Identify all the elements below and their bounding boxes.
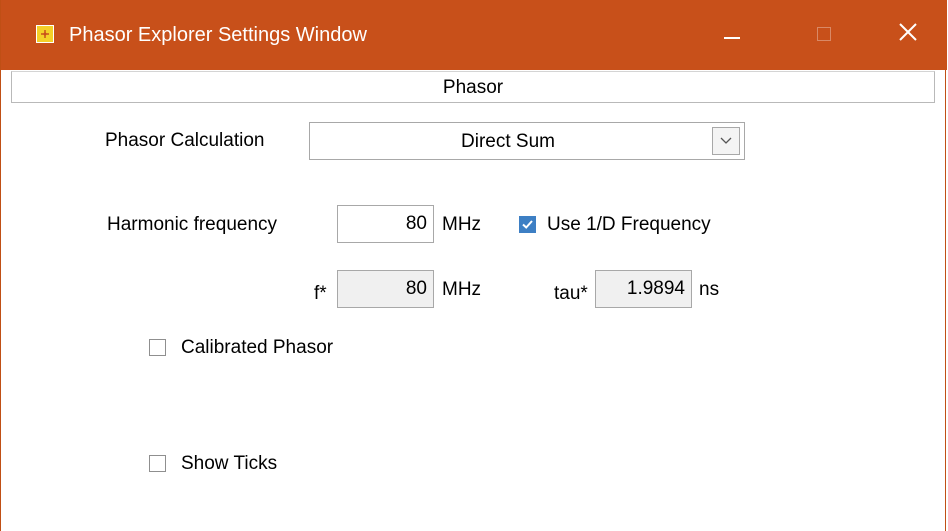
show-ticks-label[interactable]: Show Ticks bbox=[181, 452, 277, 476]
use-1d-frequency-label[interactable]: Use 1/D Frequency bbox=[547, 213, 711, 237]
use-1d-frequency-checkbox[interactable] bbox=[519, 216, 536, 233]
harmonic-frequency-input[interactable]: 80 bbox=[337, 205, 434, 243]
close-icon bbox=[899, 23, 917, 41]
tab-phasor[interactable]: Phasor bbox=[11, 71, 935, 103]
close-button[interactable] bbox=[869, 0, 947, 70]
chevron-down-icon bbox=[720, 137, 732, 144]
maximize-icon bbox=[817, 27, 831, 41]
harmonic-frequency-unit: MHz bbox=[442, 214, 482, 235]
phasor-calculation-label: Phasor Calculation bbox=[105, 130, 265, 151]
calibrated-phasor-label[interactable]: Calibrated Phasor bbox=[181, 336, 333, 360]
harmonic-frequency-label: Harmonic frequency bbox=[107, 214, 278, 235]
phasor-calculation-value: Direct Sum bbox=[461, 131, 555, 152]
tau-star-unit: ns bbox=[699, 279, 720, 300]
minimize-icon bbox=[724, 37, 740, 39]
dropdown-button[interactable] bbox=[712, 127, 740, 155]
app-icon bbox=[36, 25, 54, 43]
tau-star-field: 1.9894 bbox=[595, 270, 692, 308]
f-star-field: 80 bbox=[337, 270, 434, 308]
tau-star-label: tau* bbox=[554, 283, 588, 304]
tab-label: Phasor bbox=[442, 77, 504, 98]
maximize-button[interactable] bbox=[777, 0, 869, 70]
title-bar[interactable]: Phasor Explorer Settings Window bbox=[1, 0, 947, 70]
f-star-label: f* bbox=[314, 283, 327, 304]
phasor-calculation-select[interactable]: Direct Sum bbox=[309, 122, 745, 160]
settings-window: Phasor Explorer Settings Window Phasor P… bbox=[0, 0, 947, 531]
checkmark-icon bbox=[522, 220, 533, 229]
window-title: Phasor Explorer Settings Window bbox=[69, 24, 367, 46]
calibrated-phasor-checkbox[interactable] bbox=[149, 339, 166, 356]
minimize-button[interactable] bbox=[685, 0, 777, 70]
show-ticks-checkbox[interactable] bbox=[149, 455, 166, 472]
f-star-unit: MHz bbox=[442, 279, 482, 300]
